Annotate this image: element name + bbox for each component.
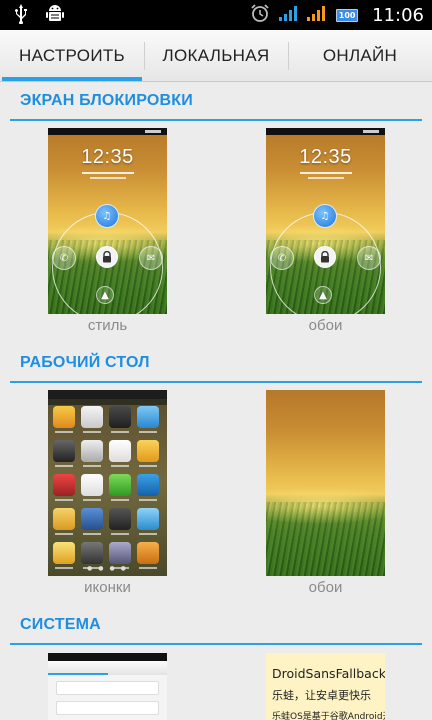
section-divider: [10, 119, 422, 121]
status-bar: 100 11:06: [0, 0, 432, 30]
app-icon-grid: [53, 406, 163, 569]
camera-icon: ▲: [96, 286, 114, 304]
section-title-system: СИСТЕМА: [20, 616, 101, 633]
font-preview-line2: 乐蛙OS是基于谷歌Android开源: [272, 712, 385, 720]
usb-icon: [14, 4, 28, 28]
alarm-icon: [250, 3, 270, 27]
message-icon: ✉: [357, 246, 381, 270]
android-debug-icon: [46, 4, 64, 28]
tab-bar: НАСТРОИТЬ ЛОКАЛЬНАЯ ОНЛАЙН: [0, 30, 432, 82]
lock-icon: [314, 246, 336, 268]
tab-local[interactable]: ЛОКАЛЬНАЯ: [144, 30, 288, 81]
desktop-wallpaper-thumbnail[interactable]: [266, 390, 385, 576]
thumb-label-lockscreen-wallpaper: обои: [308, 317, 343, 334]
font-preview-line1: 乐蛙，让安卓更快乐: [272, 689, 371, 702]
tab-online[interactable]: ОНЛАЙН: [288, 30, 432, 81]
section-title-lockscreen: ЭКРАН БЛОКИРОВКИ: [20, 92, 193, 109]
phone-icon: ✆: [270, 246, 294, 270]
desktop-icons-thumbnail[interactable]: ● ● ● ●: [48, 390, 167, 576]
lock-icon: [96, 246, 118, 268]
thumb-label-style: стиль: [87, 317, 128, 334]
camera-icon: ▲: [314, 286, 332, 304]
thumb-label-desktop-wallpaper: обои: [308, 579, 343, 596]
lockscreen-clock: 12:35: [299, 146, 352, 168]
tab-customize[interactable]: НАСТРОИТЬ: [0, 30, 144, 81]
section-divider: [10, 643, 422, 645]
message-icon: ✉: [139, 246, 163, 270]
thumb-label-icons: иконки: [84, 579, 131, 596]
battery-icon: 100: [336, 8, 359, 22]
status-time: 11:06: [372, 4, 424, 26]
section-title-desktop: РАБОЧИЙ СТОЛ: [20, 354, 150, 371]
section-divider: [10, 381, 422, 383]
lockscreen-wallpaper-thumbnail[interactable]: 12:35 ♫ ✆ ✉ ▲: [266, 128, 385, 314]
system-settings-thumbnail[interactable]: [48, 653, 167, 720]
font-preview-title: DroidSansFallback: [272, 666, 385, 681]
music-icon: ♫: [313, 204, 337, 228]
cell-signal-icon: [306, 4, 328, 26]
wifi-signal-icon: [278, 4, 298, 26]
lockscreen-clock: 12:35: [81, 146, 134, 168]
phone-icon: ✆: [52, 246, 76, 270]
system-font-thumbnail[interactable]: DroidSansFallback 乐蛙，让安卓更快乐 乐蛙OS是基于谷歌And…: [266, 653, 385, 720]
music-icon: ♫: [95, 204, 119, 228]
lockscreen-style-thumbnail[interactable]: 12:35 ♫ ✆ ✉ ▲: [48, 128, 167, 314]
